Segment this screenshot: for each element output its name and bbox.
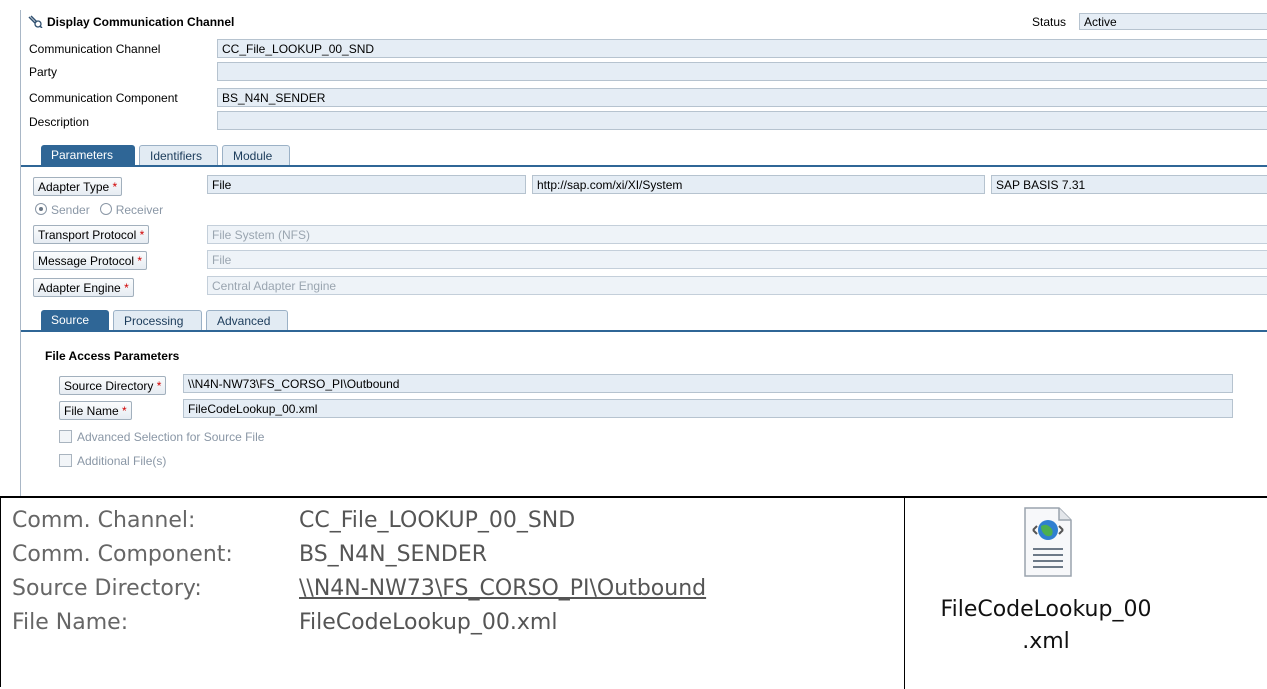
required-mark: * <box>124 281 129 295</box>
party-label: Party <box>29 65 58 79</box>
table-divider <box>904 498 905 689</box>
description-field[interactable] <box>217 111 1267 130</box>
attachment-name-line1: FileCodeLookup_00 <box>940 597 1152 622</box>
panel-header: Display Communication Channel Status Act… <box>21 10 1267 32</box>
tab-identifiers[interactable]: Identifiers <box>139 145 218 165</box>
party-field[interactable] <box>217 62 1267 81</box>
communication-channel-panel: Display Communication Channel Status Act… <box>20 10 1267 496</box>
required-mark: * <box>122 404 127 418</box>
receiver-radio-label: Receiver <box>115 203 164 217</box>
adapter-type-field[interactable]: File <box>207 175 526 194</box>
summary-row-channel: Comm. Channel: CC_File_LOOKUP_00_SND <box>12 508 575 533</box>
transport-protocol-field[interactable]: File System (NFS) <box>207 225 1267 244</box>
display-channel-icon <box>28 15 43 28</box>
adapter-namespace-field[interactable]: http://sap.com/xi/XI/System <box>532 175 985 194</box>
additional-files-row: Additional File(s) <box>59 454 166 468</box>
additional-files-label: Additional File(s) <box>77 454 167 468</box>
adapter-type-label: Adapter Type <box>38 180 110 194</box>
required-mark: * <box>156 379 162 393</box>
attachment-name-line2: .xml <box>1022 629 1070 654</box>
tab-parameters[interactable]: Parameters <box>41 145 135 165</box>
summary-key: Comm. Channel: <box>12 508 196 533</box>
message-protocol-button[interactable]: Message Protocol * <box>33 251 148 270</box>
adapter-engine-button[interactable]: Adapter Engine * <box>33 278 134 297</box>
summary-row-source-directory: Source Directory: \\N4N-NW73\FS_CORSO_PI\… <box>12 576 706 601</box>
advanced-selection-checkbox[interactable] <box>59 430 72 443</box>
attachment-file-name[interactable]: FileCodeLookup_00 .xml <box>916 594 1176 658</box>
file-name-field[interactable]: FileCodeLookup_00.xml <box>183 399 1233 418</box>
adapter-type-button[interactable]: Adapter Type * <box>33 177 123 196</box>
sub-tabstrip: Source Processing Advanced <box>21 310 1267 332</box>
required-mark: * <box>137 254 143 268</box>
required-mark: * <box>139 228 145 242</box>
communication-component-field[interactable]: BS_N4N_SENDER <box>217 88 1267 107</box>
advanced-selection-label: Advanced Selection for Source File <box>77 430 265 444</box>
summary-key: Comm. Component: <box>12 542 233 567</box>
summary-value: CC_File_LOOKUP_00_SND <box>299 508 576 533</box>
summary-row-component: Comm. Component: BS_N4N_SENDER <box>12 542 487 567</box>
direction-radio-group: Sender Receiver <box>35 203 163 217</box>
adapter-engine-field[interactable]: Central Adapter Engine <box>207 276 1267 295</box>
tab-module[interactable]: Module <box>222 145 290 165</box>
tab-source[interactable]: Source <box>41 310 109 330</box>
description-label: Description <box>29 115 90 129</box>
summary-key: File Name: <box>12 610 129 635</box>
page-title: Display Communication Channel <box>47 15 235 29</box>
file-access-parameters-title: File Access Parameters <box>45 349 180 363</box>
tab-advanced[interactable]: Advanced <box>206 310 288 330</box>
required-mark: * <box>112 180 118 194</box>
communication-channel-field[interactable]: CC_File_LOOKUP_00_SND <box>217 39 1267 58</box>
summary-value: FileCodeLookup_00.xml <box>299 610 558 635</box>
sender-radio-label: Sender <box>51 203 90 217</box>
transport-protocol-label: Transport Protocol <box>38 228 137 242</box>
receiver-radio[interactable] <box>99 203 112 215</box>
status-label: Status <box>1032 15 1067 29</box>
source-directory-label: Source Directory <box>64 379 154 393</box>
adapter-engine-label: Adapter Engine <box>38 281 121 295</box>
file-name-label: File Name <box>64 404 119 418</box>
source-directory-field[interactable]: \\N4N-NW73\FS_CORSO_PI\Outbound <box>183 374 1233 393</box>
tab-processing[interactable]: Processing <box>113 310 202 330</box>
summary-row-file-name: File Name: FileCodeLookup_00.xml <box>12 610 557 635</box>
transport-protocol-button[interactable]: Transport Protocol * <box>33 225 150 244</box>
advanced-selection-row: Advanced Selection for Source File <box>59 430 264 444</box>
status-field[interactable]: Active <box>1079 13 1267 30</box>
summary-value: BS_N4N_SENDER <box>299 542 488 567</box>
communication-channel-label: Communication Channel <box>29 42 161 56</box>
summary-key: Source Directory: <box>12 576 202 601</box>
main-tabstrip: Parameters Identifiers Module <box>21 145 1267 167</box>
xml-file-icon[interactable] <box>1021 506 1075 578</box>
additional-files-checkbox[interactable] <box>59 454 72 467</box>
communication-component-label: Communication Component <box>29 91 178 105</box>
message-protocol-label: Message Protocol <box>38 254 135 268</box>
file-name-button[interactable]: File Name * <box>59 401 132 420</box>
source-directory-link[interactable]: \\N4N-NW73\FS_CORSO_PI\Outbound <box>299 576 706 601</box>
adapter-swcv-field[interactable]: SAP BASIS 7.31 <box>991 175 1267 194</box>
message-protocol-field[interactable]: File <box>207 250 1267 269</box>
source-directory-button[interactable]: Source Directory * <box>59 376 167 395</box>
sender-radio[interactable] <box>35 203 47 215</box>
